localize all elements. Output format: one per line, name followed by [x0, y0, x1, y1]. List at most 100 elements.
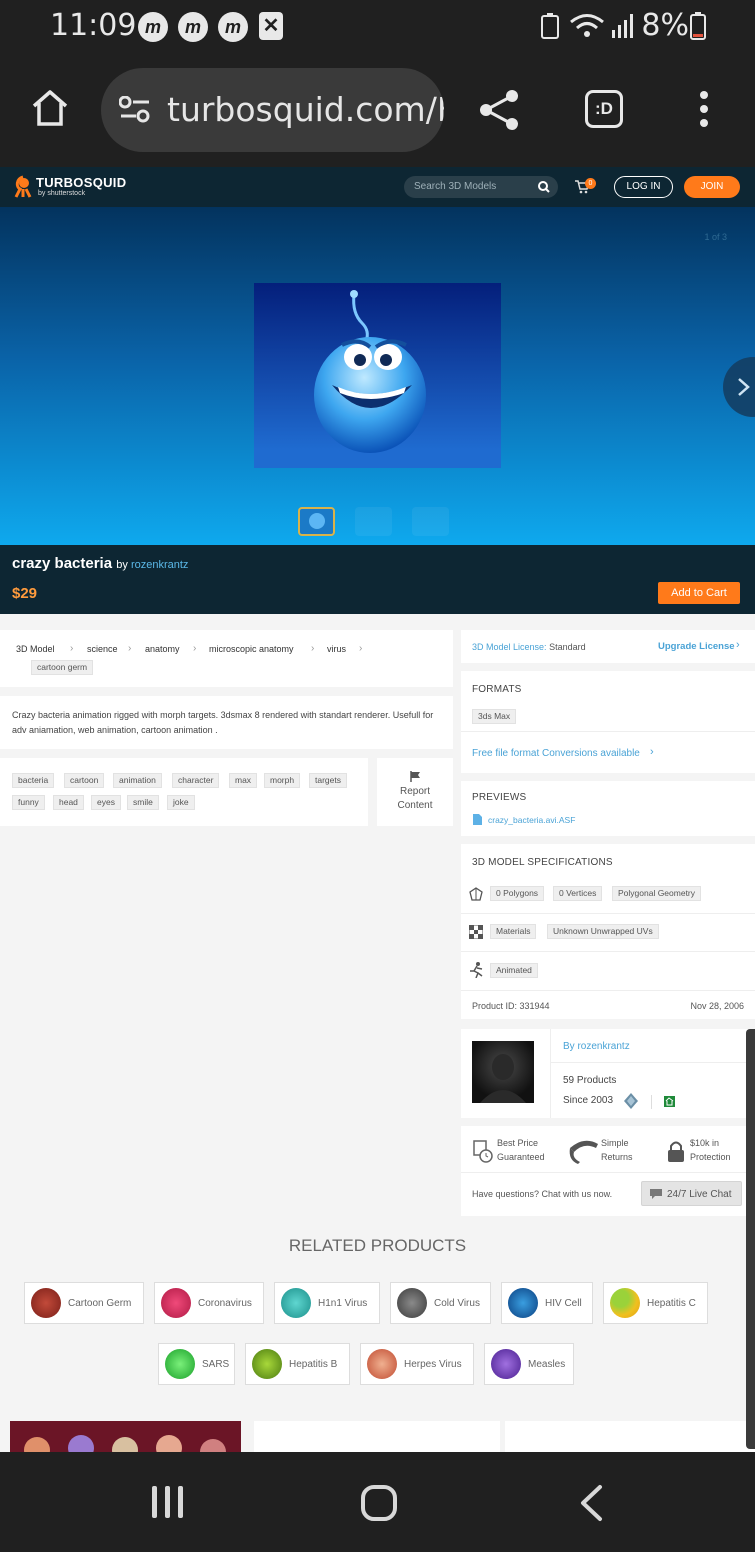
previews-card: PREVIEWS crazy_bacteria.avi.ASF — [461, 781, 755, 836]
breadcrumb-current[interactable]: cartoon germ — [31, 660, 94, 675]
artist-avatar[interactable] — [472, 1041, 534, 1103]
chat-prompt: Have questions? Chat with us now. — [472, 1189, 613, 1199]
related-products-title: RELATED PRODUCTS — [288, 1236, 467, 1255]
breadcrumb-item[interactable]: virus — [327, 644, 346, 654]
home-button-icon[interactable] — [360, 1484, 398, 1522]
related-product-card[interactable]: Hepatitis B — [245, 1343, 350, 1385]
artist-link[interactable]: By rozenkrantz — [563, 1041, 630, 1052]
related-product-card[interactable]: HIV Cell — [501, 1282, 593, 1324]
spec-chip: Unknown Unwrapped UVs — [547, 924, 659, 939]
tag-chip[interactable]: eyes — [91, 795, 121, 810]
more-menu-icon[interactable] — [697, 90, 711, 130]
gallery-thumbnail-2[interactable] — [355, 507, 392, 536]
product-id: Product ID: 331944 — [472, 1001, 550, 1011]
login-button[interactable]: LOG IN — [614, 176, 673, 198]
system-navigation-bar — [0, 1452, 755, 1552]
cart-count-badge: 0 — [585, 178, 596, 189]
virus-image — [112, 1437, 138, 1452]
chevron-right-icon: › — [650, 746, 654, 758]
divider — [461, 731, 755, 732]
live-chat-button[interactable]: 24/7 Live Chat — [641, 1181, 742, 1206]
formats-title: FORMATS — [472, 684, 522, 695]
formats-card: FORMATS 3ds Max Free file format Convers… — [461, 671, 755, 773]
related-product-card[interactable]: Cartoon Germ — [24, 1282, 144, 1324]
related-product-label: Herpes Virus — [404, 1359, 462, 1370]
related-product-label: Hepatitis B — [289, 1359, 338, 1370]
site-header: TURBOSQUID by shutterstock Search 3D Mod… — [0, 167, 755, 207]
divider — [461, 913, 755, 914]
related-product-card[interactable]: H1n1 Virus — [274, 1282, 380, 1324]
tag-chip[interactable]: cartoon — [64, 773, 105, 788]
upgrade-license-link[interactable]: Upgrade License — [658, 641, 735, 652]
logo-text[interactable]: TURBOSQUID — [36, 175, 126, 190]
author-link[interactable]: rozenkrantz — [131, 559, 188, 571]
gallery-next-button[interactable] — [723, 357, 755, 417]
home-icon[interactable] — [30, 88, 70, 128]
license-card: 3D Model License: Standard Upgrade Licen… — [461, 630, 755, 663]
spec-chip: Materials — [490, 924, 537, 939]
tag-chip[interactable]: funny — [12, 795, 45, 810]
preview-file-link[interactable]: crazy_bacteria.avi.ASF — [488, 815, 575, 825]
gallery-thumbnail-3[interactable] — [412, 507, 449, 536]
add-to-cart-button[interactable]: Add to Cart — [658, 582, 740, 604]
related-product-card[interactable]: SARS — [158, 1343, 235, 1385]
chevron-right-icon — [738, 378, 750, 396]
chevron-right-icon: › — [193, 643, 197, 654]
related-product-card[interactable]: Herpes Virus — [360, 1343, 474, 1385]
product-card[interactable] — [254, 1421, 500, 1452]
report-content-button[interactable]: Report Content — [377, 758, 453, 826]
signal-icon — [612, 14, 633, 38]
tag-chip[interactable]: max — [229, 773, 258, 788]
scrollbar[interactable] — [746, 1029, 755, 1449]
format-chip[interactable]: 3ds Max — [472, 709, 517, 724]
tag-chip[interactable]: head — [53, 795, 84, 810]
address-bar[interactable]: turbosquid.com/F — [101, 68, 444, 152]
site-settings-icon[interactable] — [119, 96, 151, 124]
related-product-card[interactable]: Coronavirus — [154, 1282, 264, 1324]
tag-chip[interactable]: character — [172, 773, 220, 788]
tag-chip[interactable]: morph — [264, 773, 301, 788]
turbosquid-logo-icon[interactable] — [12, 175, 34, 199]
tab-switcher-icon[interactable]: :D — [585, 90, 623, 128]
hepatitis-b-thumbnail — [252, 1349, 282, 1379]
price-guarantee-icon — [473, 1140, 493, 1163]
product-card[interactable] — [505, 1421, 755, 1452]
best-price-label-1: Best Price — [497, 1138, 539, 1148]
best-price-label-2: Guaranteed — [497, 1152, 545, 1162]
recent-apps-icon[interactable] — [148, 1484, 188, 1520]
search-input[interactable]: Search 3D Models — [404, 176, 558, 198]
related-product-card[interactable]: Hepatitis C — [603, 1282, 708, 1324]
battery-icon — [690, 12, 706, 40]
conversion-link[interactable]: Free file format Conversions available — [472, 748, 640, 759]
product-preview-image[interactable] — [254, 283, 501, 468]
related-product-card[interactable]: Measles — [484, 1343, 574, 1385]
person-silhouette-icon — [480, 1054, 526, 1103]
gallery-thumbnail-1[interactable] — [298, 507, 335, 536]
artist-card: By rozenkrantz 59 Products Since 2003 — [461, 1029, 755, 1118]
tag-chip[interactable]: targets — [309, 773, 347, 788]
tag-chip[interactable]: animation — [113, 773, 162, 788]
virus-image — [156, 1435, 182, 1452]
running-figure-icon — [470, 962, 483, 978]
tag-chip[interactable]: smile — [127, 795, 159, 810]
tag-chip[interactable]: bacteria — [12, 773, 55, 788]
divider — [651, 1095, 652, 1109]
description-card: Crazy bacteria animation rigged with mor… — [0, 696, 453, 749]
breadcrumb-item[interactable]: anatomy — [145, 644, 180, 654]
back-icon[interactable] — [578, 1484, 604, 1522]
breadcrumb-item[interactable]: science — [87, 644, 118, 654]
divider — [461, 951, 755, 952]
divider — [550, 1029, 551, 1118]
breadcrumb-item[interactable]: 3D Model — [16, 644, 55, 654]
breadcrumb-item[interactable]: microscopic anatomy — [209, 644, 294, 654]
tag-chip[interactable]: joke — [167, 795, 195, 810]
protection-label-2: Protection — [690, 1152, 731, 1162]
join-button[interactable]: JOIN — [684, 176, 740, 198]
featured-product-thumbnail[interactable] — [10, 1421, 241, 1452]
share-icon[interactable] — [478, 88, 522, 132]
checker-texture-icon — [469, 925, 483, 939]
specs-card: 3D MODEL SPECIFICATIONS 0 Polygons 0 Ver… — [461, 844, 755, 1019]
artist-since: Since 2003 — [563, 1095, 614, 1106]
related-product-card[interactable]: Cold Virus — [390, 1282, 491, 1324]
search-icon[interactable] — [538, 181, 550, 193]
